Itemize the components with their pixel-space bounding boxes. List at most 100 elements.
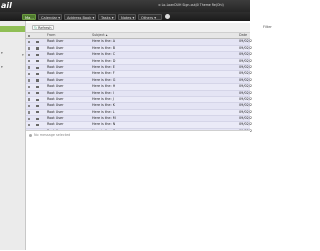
user-info[interactable]: ≡ Lo-LoanDUH Sign-outJ0 Theme Re(Ohl) [158, 3, 246, 7]
row-subject: Here is the: L [92, 109, 115, 114]
envelope-icon [36, 117, 40, 120]
no-message-text: No message selected [34, 133, 71, 137]
envelope-icon [36, 47, 40, 50]
message-list: From Subject ▴ Date Root User Here is the… [26, 33, 253, 136]
row-date: 09/02/2 [239, 77, 253, 82]
envelope-icon [36, 40, 40, 44]
row-subject: Here is the: K [92, 103, 115, 108]
row-from: Root User [47, 122, 64, 127]
mail-toolbar: ↻ Refresh Filter [26, 23, 272, 33]
row-checkbox[interactable] [28, 72, 31, 76]
envelope-icon [36, 98, 40, 101]
envelope-icon [36, 104, 40, 108]
row-from: Root User [47, 77, 64, 82]
row-date: 09/02/2 [239, 64, 253, 69]
triangle-icon: ▾ [1, 51, 3, 55]
app-logo: ail [1, 1, 12, 10]
row-date: 09/02/2 [239, 103, 253, 108]
nav-tasks[interactable]: Tasks ▾ [98, 13, 116, 20]
column-header-date[interactable]: Date [239, 33, 247, 38]
row-subject: Here is the: A [92, 39, 116, 44]
row-subject: Here is the: D [92, 58, 116, 63]
envelope-icon [36, 53, 40, 56]
row-checkbox[interactable] [28, 85, 31, 89]
row-checkbox[interactable] [28, 117, 31, 120]
row-checkbox[interactable] [28, 79, 31, 82]
row-from: Root User [47, 84, 64, 89]
row-date: 09/02/2 [239, 84, 253, 89]
row-subject: Here is the: H [92, 84, 116, 89]
row-date: 09/02/2 [239, 122, 253, 127]
nav-others[interactable]: Others ▾ [138, 13, 162, 20]
row-from: Root User [47, 45, 64, 50]
row-from: Root User [47, 71, 64, 76]
envelope-icon [36, 79, 40, 82]
envelope-icon [36, 72, 40, 76]
row-subject: Here is the: M [92, 116, 116, 121]
sidebar: ▾ ▾ ▾ [0, 21, 26, 250]
triangle-icon: ▾ [1, 65, 3, 69]
row-from: Root User [47, 103, 64, 108]
nav-address-book[interactable]: Address Book ▾ [64, 13, 96, 20]
row-checkbox[interactable] [28, 92, 31, 95]
row-checkbox[interactable] [28, 123, 31, 127]
row-from: Root User [47, 90, 64, 95]
envelope-icon [36, 85, 40, 88]
row-from: Root User [47, 109, 64, 114]
row-checkbox[interactable] [28, 104, 31, 108]
row-from: Root User [47, 64, 64, 69]
row-subject: Here is the: E [92, 64, 115, 69]
row-from: Root User [47, 58, 64, 63]
row-date: 09/02/2 [239, 39, 253, 44]
row-subject: Here is the: B [92, 45, 116, 50]
refresh-icon: ↻ [34, 26, 38, 30]
row-from: Root User [47, 96, 64, 101]
envelope-icon [36, 66, 40, 69]
row-from: Root User [47, 52, 64, 57]
row-from: Root User [47, 116, 64, 121]
nav-notes[interactable]: Notes ▾ [118, 13, 136, 20]
row-subject: Here is the: J [92, 96, 114, 101]
row-subject: Here is the: C [92, 52, 116, 57]
row-checkbox[interactable] [28, 66, 31, 69]
row-subject: Here is the: F [92, 71, 115, 76]
row-checkbox[interactable] [28, 40, 31, 44]
top-bar: ail ≡ Lo-LoanDUH Sign-outJ0 Theme Re(Ohl… [0, 0, 250, 12]
new-message-button[interactable] [0, 26, 25, 32]
reading-pane: No message selected [26, 130, 250, 251]
envelope-icon [36, 124, 40, 127]
row-from: Root User [47, 39, 64, 44]
collapse-arrow-icon[interactable]: ▾ [22, 53, 24, 57]
row-checkbox[interactable] [28, 53, 31, 57]
row-date: 09/02/2 [239, 45, 253, 50]
row-checkbox[interactable] [28, 111, 31, 114]
row-date: 09/02/2 [239, 96, 253, 101]
row-checkbox[interactable] [28, 47, 31, 50]
info-icon [29, 133, 32, 137]
row-subject: Here is the: G [92, 77, 116, 82]
help-icon[interactable] [165, 14, 170, 19]
refresh-label: Refresh [38, 26, 52, 30]
row-checkbox[interactable] [28, 98, 31, 101]
row-date: 09/02/2 [239, 116, 253, 121]
row-date: 09/02/2 [239, 58, 253, 63]
row-subject: Here is the: I [92, 90, 114, 95]
row-date: 09/02/2 [239, 90, 253, 95]
select-all-checkbox[interactable] [28, 34, 31, 37]
sidebar-section-toggle[interactable]: ▾ [0, 64, 25, 70]
main-nav: Ma… Calendar ▾ Address Book ▾ Tasks ▾ No… [0, 12, 250, 21]
nav-mail[interactable]: Ma… [22, 13, 36, 20]
filter-label[interactable]: Filter [263, 25, 272, 29]
row-date: 09/02/2 [239, 109, 253, 114]
envelope-icon [36, 92, 40, 95]
row-date: 09/02/2 [239, 71, 253, 76]
column-header-subject[interactable]: Subject ▴ [92, 33, 107, 38]
row-subject: Here is the: N [92, 122, 116, 127]
nav-calendar[interactable]: Calendar ▾ [38, 13, 62, 20]
envelope-icon [36, 60, 40, 63]
column-header-from[interactable]: From [47, 33, 55, 38]
refresh-button[interactable]: ↻ Refresh [32, 25, 54, 30]
row-checkbox[interactable] [28, 60, 31, 63]
envelope-icon [36, 111, 40, 114]
row-date: 09/02/2 [239, 52, 253, 57]
